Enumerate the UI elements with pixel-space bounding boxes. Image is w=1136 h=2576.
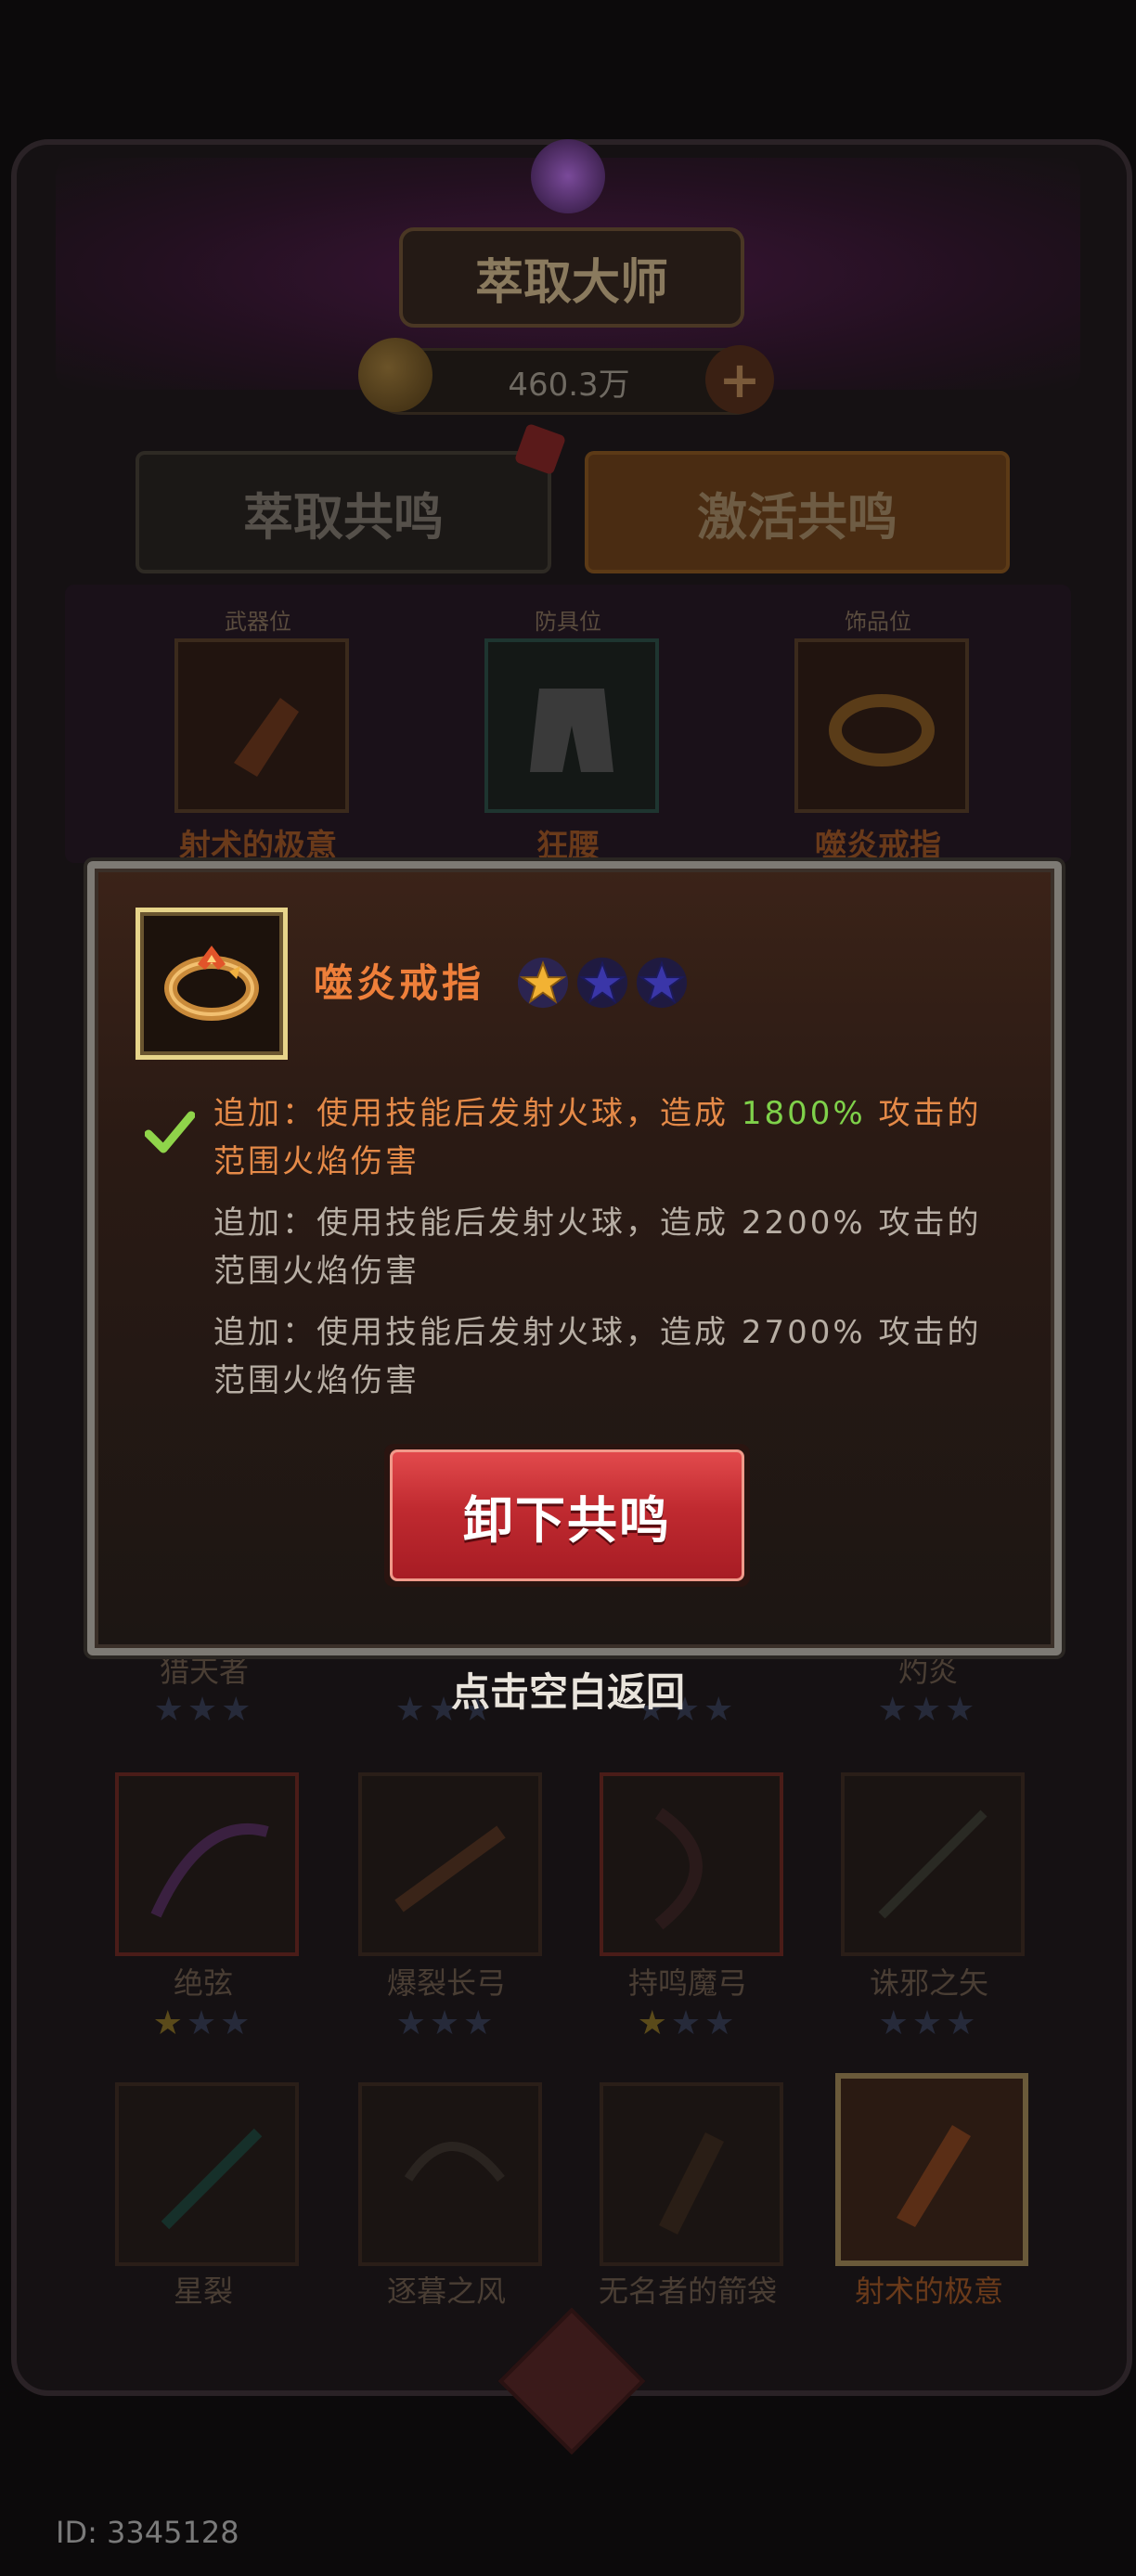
grid-item-name: 逐暮之风 xyxy=(386,2273,506,2309)
star-empty-icon xyxy=(576,957,628,1009)
effect-value: 2200% xyxy=(741,1204,866,1242)
inventory-item[interactable] xyxy=(115,2082,299,2266)
slot-label-accessory: 饰品位 xyxy=(845,609,911,635)
ring-icon xyxy=(829,694,935,766)
inventory-item[interactable] xyxy=(358,1772,542,1956)
user-id: ID: 3345128 xyxy=(56,2515,239,2550)
fire-ring-icon xyxy=(164,946,259,1021)
plus-icon: + xyxy=(718,350,761,409)
currency-amount: 460.3万 xyxy=(508,366,630,404)
grid-item-name: 诛邪之矢 xyxy=(869,1965,988,2001)
grid-item-name: 无名者的箭袋 xyxy=(598,2273,777,2309)
coin-icon xyxy=(358,338,432,412)
tab-extract-resonance[interactable]: 萃取共鸣 xyxy=(136,451,551,573)
unequip-button-label: 卸下共鸣 xyxy=(390,1449,744,1581)
grid-item-name: 绝弦 xyxy=(173,1965,233,2001)
grid-item-stars: ★★★ xyxy=(395,2004,497,2042)
inventory-item[interactable] xyxy=(600,2082,783,2266)
effect-value: 1800% xyxy=(741,1095,866,1132)
slot-label-weapon: 武器位 xyxy=(225,609,291,635)
armor-slot[interactable] xyxy=(484,638,659,813)
bow-icon xyxy=(150,1823,269,1918)
star-rating xyxy=(516,956,689,1010)
inventory-item[interactable] xyxy=(600,1772,783,1956)
grid-item-name: 持鸣魔弓 xyxy=(627,1965,747,2001)
tap-to-return-hint: 点击空白返回 xyxy=(450,1669,685,1715)
effect-prefix: 追加：使用技能后发射火球，造成 xyxy=(213,1204,742,1242)
effect-prefix: 追加：使用技能后发射火球，造成 xyxy=(213,1095,742,1132)
dialog-item-name: 噬炎戒指 xyxy=(314,960,485,1006)
accessory-slot[interactable] xyxy=(794,638,969,813)
orb-ornament xyxy=(531,139,605,213)
grid-item-stars: ★★★ xyxy=(637,2004,739,2042)
effect-value: 2700% xyxy=(741,1314,866,1351)
grid-item-stars: ★★★ xyxy=(878,2004,980,2042)
add-currency-button[interactable]: + xyxy=(705,345,774,414)
effect-line: 追加：使用技能后发射火球，造成 2700% 攻击的范围火焰伤害 xyxy=(213,1308,993,1405)
quiver-icon xyxy=(659,2132,724,2235)
star-filled-icon xyxy=(517,957,569,1009)
slot-label-armor: 防具位 xyxy=(535,609,601,635)
effect-line: 追加：使用技能后发射火球，造成 2200% 攻击的范围火焰伤害 xyxy=(213,1199,993,1295)
quiver-icon xyxy=(234,698,299,777)
bow-icon xyxy=(394,1825,506,1913)
item-icon-frame xyxy=(136,908,288,1060)
inventory-item[interactable] xyxy=(841,1772,1025,1956)
arrow-icon xyxy=(878,1810,988,1919)
grid-item-stars: ★★★ xyxy=(152,2004,254,2042)
bow-icon xyxy=(404,2142,505,2183)
grid-item-name: 星裂 xyxy=(173,2273,233,2309)
bow-icon xyxy=(654,1808,703,1930)
slot-item-weapon: 射术的极意 xyxy=(179,828,337,865)
inventory-item[interactable] xyxy=(358,2082,542,2266)
star-empty-icon xyxy=(636,957,688,1009)
bow-icon xyxy=(161,2128,263,2230)
pants-icon xyxy=(530,689,613,772)
grid-item-name: 爆裂长弓 xyxy=(386,1965,506,2001)
checkmark-icon xyxy=(145,1111,195,1153)
inventory-item[interactable] xyxy=(115,1772,299,1956)
inventory-item-selected[interactable] xyxy=(835,2073,1028,2266)
slot-item-armor: 狂腰 xyxy=(536,828,600,865)
grid-item-name: 射术的极意 xyxy=(854,2273,1003,2309)
page-title: 萃取大师 xyxy=(399,227,744,328)
unequip-resonance-button[interactable]: 卸下共鸣 xyxy=(384,1444,750,1587)
tab-activate-resonance[interactable]: 激活共鸣 xyxy=(585,451,1010,573)
effect-line-active: 追加：使用技能后发射火球，造成 1800% 攻击的范围火焰伤害 xyxy=(213,1089,993,1186)
weapon-slot[interactable] xyxy=(174,638,349,813)
slot-item-accessory: 噬炎戒指 xyxy=(815,828,941,865)
effect-prefix: 追加：使用技能后发射火球，造成 xyxy=(213,1314,742,1351)
quiver-icon xyxy=(897,2125,971,2227)
